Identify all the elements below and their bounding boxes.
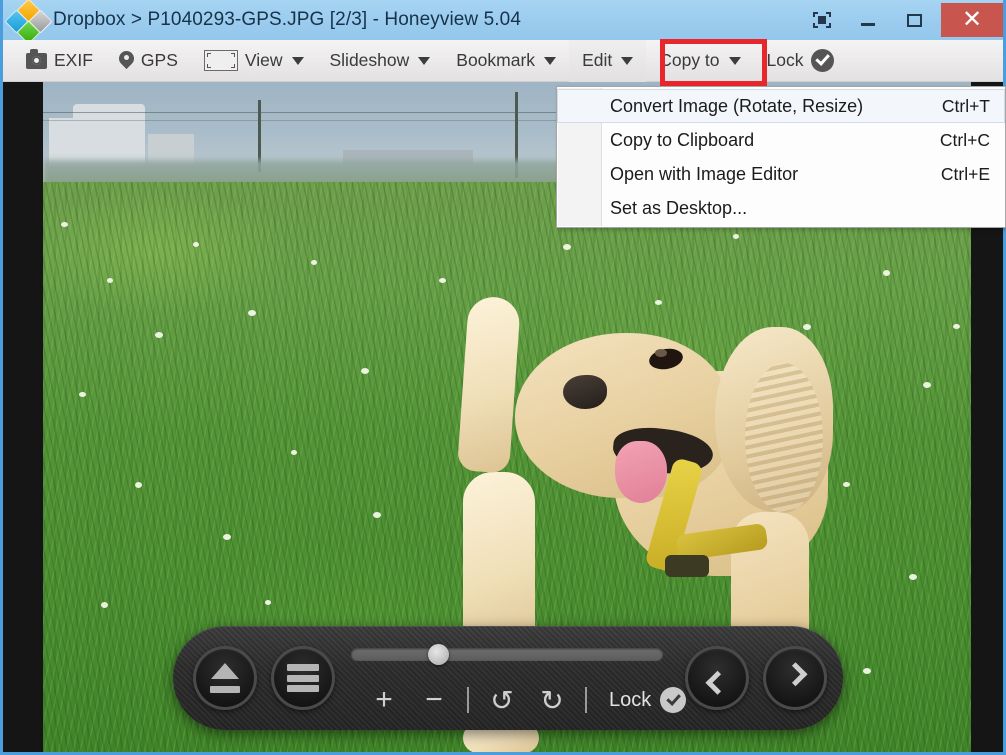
toolbar-item-gps[interactable]: GPS xyxy=(106,40,191,82)
eject-icon xyxy=(208,663,242,693)
toolbar-label-lock: Lock xyxy=(767,50,804,71)
edit-dropdown-menu[interactable]: Convert Image (Rotate, Resize) Ctrl+T Co… xyxy=(556,86,1006,228)
toolbar-item-exif[interactable]: EXIF xyxy=(13,40,106,82)
chevron-down-icon xyxy=(418,57,430,65)
rotate-left-button[interactable]: ↺ xyxy=(477,678,527,722)
chevron-down-icon xyxy=(544,57,556,65)
chevron-down-icon xyxy=(729,57,741,65)
menu-item-label: Convert Image (Rotate, Resize) xyxy=(610,96,863,117)
menu-item-convert-image[interactable]: Convert Image (Rotate, Resize) Ctrl+T xyxy=(557,89,1005,123)
hamburger-icon xyxy=(287,664,319,692)
main-toolbar: EXIF GPS View Slideshow Bookmark Edit Co… xyxy=(3,40,1003,82)
zoom-in-button[interactable]: + xyxy=(359,678,409,722)
separator xyxy=(585,687,587,713)
chevron-down-icon xyxy=(292,57,304,65)
fit-frame-icon xyxy=(204,50,238,71)
title-bar: Dropbox > P1040293-GPS.JPG [2/3] - Honey… xyxy=(3,0,1003,40)
toolbar-item-bookmark[interactable]: Bookmark xyxy=(443,40,569,82)
chevron-left-icon xyxy=(705,670,729,694)
maximize-icon xyxy=(907,14,922,27)
window-title: Dropbox > P1040293-GPS.JPG [2/3] - Honey… xyxy=(53,9,521,31)
menu-item-open-with-image-editor[interactable]: Open with Image Editor Ctrl+E xyxy=(557,157,1005,191)
menu-item-shortcut: Ctrl+C xyxy=(940,130,990,151)
camera-icon xyxy=(26,53,47,69)
fullscreen-button[interactable] xyxy=(799,3,845,37)
position-slider[interactable] xyxy=(351,644,663,664)
toolbar-label-gps: GPS xyxy=(141,50,178,71)
zoom-out-button[interactable]: − xyxy=(409,678,459,722)
window-controls: ✕ xyxy=(799,0,1003,40)
toolbar-label-view: View xyxy=(245,50,283,71)
chevron-down-icon xyxy=(621,57,633,65)
honeyview-logo-icon xyxy=(3,0,51,40)
toolbar-item-edit[interactable]: Edit xyxy=(569,40,646,82)
toolbar-item-view[interactable]: View xyxy=(191,40,317,82)
menu-item-shortcut: Ctrl+E xyxy=(941,164,990,185)
eject-button[interactable] xyxy=(193,646,257,710)
close-icon: ✕ xyxy=(962,8,982,32)
minimize-icon xyxy=(861,23,875,26)
honeyview-window: Dropbox > P1040293-GPS.JPG [2/3] - Honey… xyxy=(0,0,1006,755)
menu-item-copy-to-clipboard[interactable]: Copy to Clipboard Ctrl+C xyxy=(557,123,1005,157)
mini-controls: + − ↺ ↻ Lock xyxy=(359,678,686,722)
slider-handle[interactable] xyxy=(428,644,449,665)
separator xyxy=(467,687,469,713)
toolbar-label-edit: Edit xyxy=(582,50,612,71)
slider-track[interactable] xyxy=(351,648,663,661)
fullscreen-icon xyxy=(813,12,831,28)
previous-image-button[interactable] xyxy=(685,646,749,710)
toolbar-item-copy-to[interactable]: Copy to xyxy=(646,40,753,82)
maximize-button[interactable] xyxy=(891,3,937,37)
map-pin-icon xyxy=(119,51,134,70)
navigation-buttons xyxy=(685,646,827,710)
toolbar-item-slideshow[interactable]: Slideshow xyxy=(317,40,444,82)
bottom-control-bar: + − ↺ ↻ Lock xyxy=(173,626,843,730)
minimize-button[interactable] xyxy=(845,3,891,37)
menu-item-label: Open with Image Editor xyxy=(610,164,798,185)
toolbar-item-lock[interactable]: Lock xyxy=(754,40,847,82)
menu-item-set-as-desktop[interactable]: Set as Desktop... xyxy=(557,191,1005,225)
menu-item-label: Set as Desktop... xyxy=(610,198,747,219)
toolbar-label-exif: EXIF xyxy=(54,50,93,71)
lock-toggle[interactable]: Lock xyxy=(609,687,686,713)
check-badge-icon xyxy=(811,49,834,72)
toolbar-label-slideshow: Slideshow xyxy=(330,50,410,71)
check-badge-icon xyxy=(660,687,686,713)
menu-button[interactable] xyxy=(271,646,335,710)
menu-item-shortcut: Ctrl+T xyxy=(942,96,990,117)
toolbar-label-bookmark: Bookmark xyxy=(456,50,535,71)
next-image-button[interactable] xyxy=(763,646,827,710)
lock-label: Lock xyxy=(609,689,651,712)
rotate-right-button[interactable]: ↻ xyxy=(527,678,577,722)
close-button[interactable]: ✕ xyxy=(941,3,1003,37)
menu-item-label: Copy to Clipboard xyxy=(610,130,754,151)
toolbar-label-copy-to: Copy to xyxy=(659,50,719,71)
chevron-right-icon xyxy=(783,662,807,686)
